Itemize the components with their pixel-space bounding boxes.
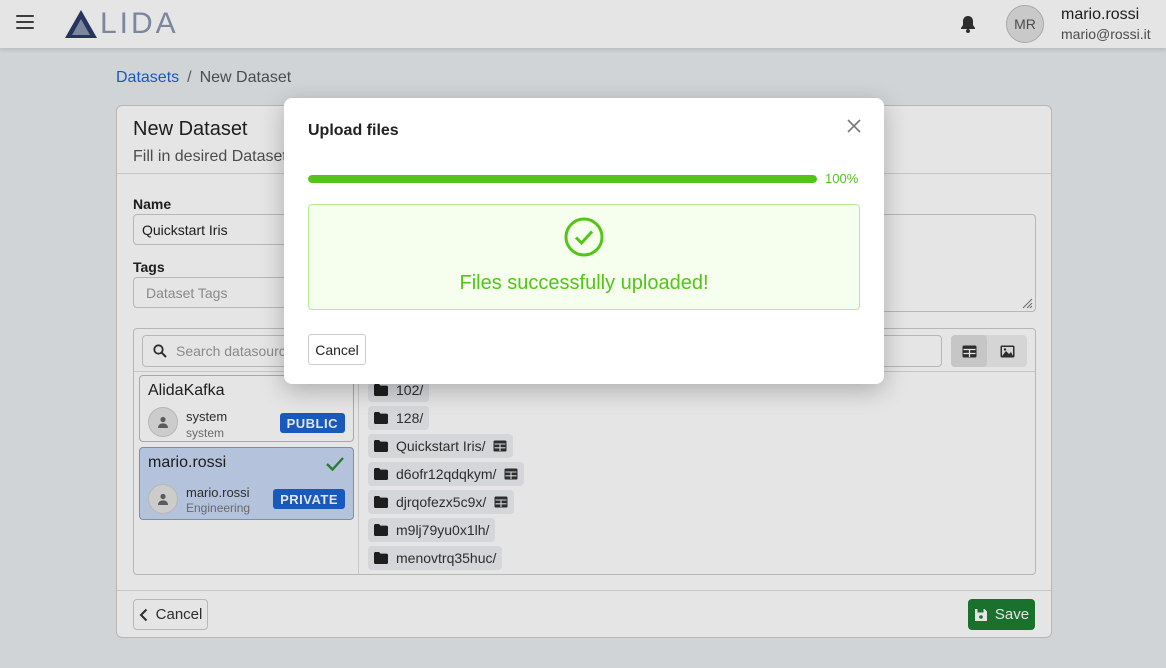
upload-progress-fill [308,175,817,183]
modal-cancel-button[interactable]: Cancel [308,334,366,365]
close-icon[interactable] [846,118,862,134]
upload-files-modal: Upload files 100% Files successfully upl… [284,98,884,384]
upload-progress-text: 100% [825,171,859,186]
success-check-circle-icon [564,217,604,257]
upload-success-message: Files successfully uploaded! [459,272,709,294]
upload-success-panel: Files successfully uploaded! [308,204,860,310]
modal-title: Upload files [308,122,399,139]
upload-progress-bar [308,175,817,183]
